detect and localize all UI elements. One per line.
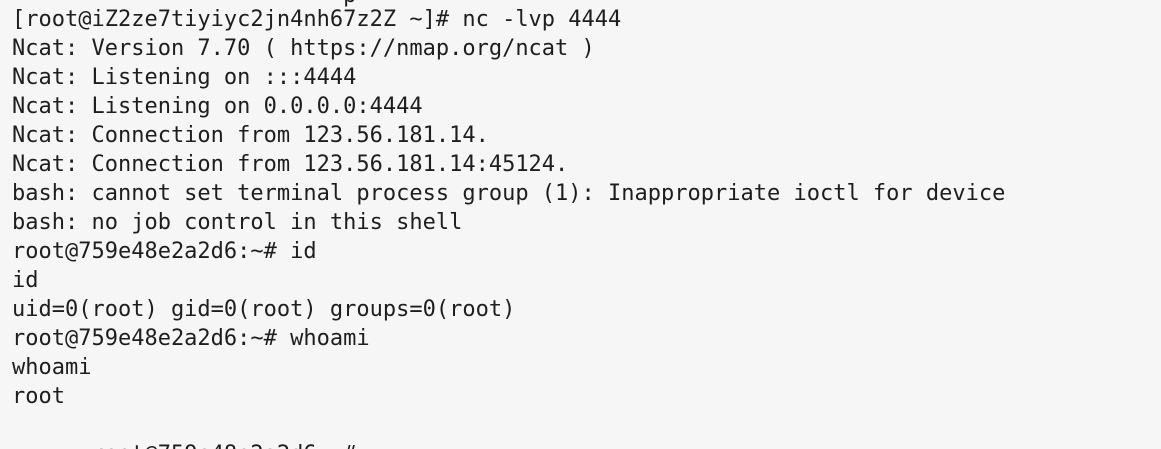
terminal-line-bash-warning-2: bash: no job control in this shell <box>12 210 463 235</box>
terminal-line-current-prompt[interactable]: root@759e48e2a2d6:~# <box>12 411 1005 449</box>
terminal-line-prompt-id: root@759e48e2a2d6:~# id <box>12 239 317 264</box>
terminal-output: [root@iZ2ze7tiyiyc2jn4nh67z2Z ~]# nc -lv… <box>12 5 1006 449</box>
terminal-line-bash-warning-1: bash: cannot set terminal process group … <box>12 181 1006 206</box>
terminal-line-echo-whoami: whoami <box>12 355 92 380</box>
terminal-line-whoami-output: root <box>12 384 65 409</box>
terminal-line-connection-1: Ncat: Connection from 123.56.181.14. <box>12 123 489 148</box>
terminal-line-echo-id: id <box>12 268 39 293</box>
terminal-line-listening-ipv4: Ncat: Listening on 0.0.0.0:4444 <box>12 94 423 119</box>
terminal-current-prompt-text: root@759e48e2a2d6:~# <box>91 440 356 449</box>
terminal-line-id-output: uid=0(root) gid=0(root) groups=0(root) <box>12 297 516 322</box>
terminal-line-prompt-whoami: root@759e48e2a2d6:~# whoami <box>12 326 370 351</box>
terminal-line-connection-2: Ncat: Connection from 123.56.181.14:4512… <box>12 152 569 177</box>
terminal-window[interactable]: p [root@iZ2ze7tiyiyc2jn4nh67z2Z ~]# nc -… <box>0 0 1161 449</box>
terminal-line-listening-ipv6: Ncat: Listening on :::4444 <box>12 65 357 90</box>
terminal-line-ncat-version: Ncat: Version 7.70 ( https://nmap.org/nc… <box>12 36 595 61</box>
terminal-line-prompt-nc: [root@iZ2ze7tiyiyc2jn4nh67z2Z ~]# nc -lv… <box>12 7 622 32</box>
